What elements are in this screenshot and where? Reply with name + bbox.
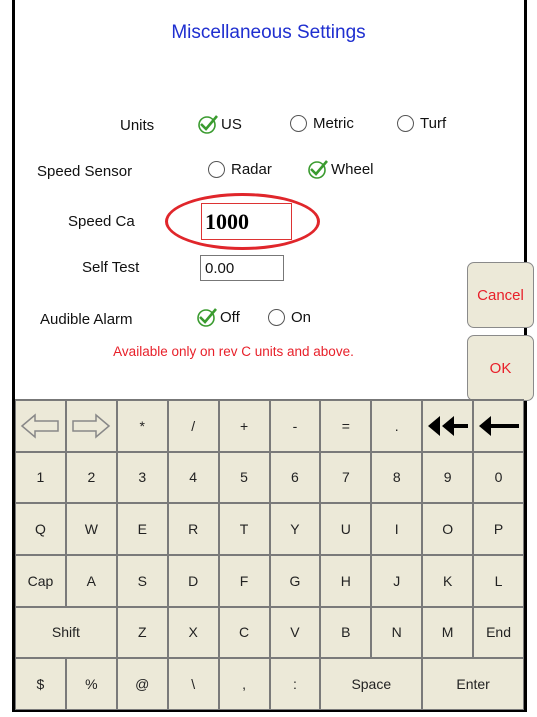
key-end[interactable]: End xyxy=(473,606,524,659)
key-6[interactable]: 6 xyxy=(269,451,321,504)
on-screen-keyboard: * / + - = . 1 2 3 4 5 6 7 8 9 0 Q W E R … xyxy=(15,399,524,710)
key-y[interactable]: Y xyxy=(269,503,321,555)
units-option-turf-label: Turf xyxy=(420,115,447,132)
key-2[interactable]: 2 xyxy=(65,451,117,504)
key-colon[interactable]: : xyxy=(269,658,321,710)
self-test-input[interactable]: 0.00 xyxy=(200,255,284,281)
checkmark-icon xyxy=(196,307,218,327)
cancel-button[interactable]: Cancel xyxy=(467,262,534,328)
radio-circle-icon xyxy=(290,115,307,132)
speed-sensor-option-wheel[interactable]: Wheel xyxy=(307,159,374,179)
arrow-left-outline-icon xyxy=(21,413,60,439)
key-plus[interactable]: + xyxy=(218,400,270,452)
key-minus[interactable]: - xyxy=(269,400,321,452)
key-backslash[interactable]: \ xyxy=(167,658,219,710)
ok-button[interactable]: OK xyxy=(467,335,534,401)
key-l[interactable]: L xyxy=(473,555,524,607)
key-w[interactable]: W xyxy=(65,503,117,555)
key-b[interactable]: B xyxy=(320,606,372,659)
key-4[interactable]: 4 xyxy=(167,451,219,504)
key-h[interactable]: H xyxy=(320,555,372,607)
key-j[interactable]: J xyxy=(371,555,423,607)
key-g[interactable]: G xyxy=(269,555,321,607)
arrow-right-outline-icon xyxy=(72,413,111,439)
key-z[interactable]: Z xyxy=(116,606,168,659)
units-option-metric[interactable]: Metric xyxy=(290,115,354,132)
key-e[interactable]: E xyxy=(116,503,168,555)
key-at[interactable]: @ xyxy=(116,658,168,710)
units-option-metric-label: Metric xyxy=(313,115,354,132)
speed-cal-label: Speed Ca xyxy=(68,213,135,230)
key-v[interactable]: V xyxy=(269,606,321,659)
speed-sensor-option-radar[interactable]: Radar xyxy=(208,161,272,178)
checkmark-icon xyxy=(307,159,329,179)
key-5[interactable]: 5 xyxy=(218,451,270,504)
units-option-turf[interactable]: Turf xyxy=(397,115,446,132)
key-u[interactable]: U xyxy=(320,503,372,555)
key-o[interactable]: O xyxy=(422,503,474,555)
key-q[interactable]: Q xyxy=(15,503,66,555)
key-9[interactable]: 9 xyxy=(422,451,474,504)
key-t[interactable]: T xyxy=(218,503,270,555)
radio-circle-icon xyxy=(268,309,285,326)
arrow-left-icon xyxy=(478,415,519,436)
speed-sensor-option-wheel-label: Wheel xyxy=(331,160,374,178)
key-m[interactable]: M xyxy=(422,606,474,659)
key-percent[interactable]: % xyxy=(65,658,117,710)
key-x[interactable]: X xyxy=(167,606,219,659)
key-caps[interactable]: Cap xyxy=(15,555,66,607)
key-s[interactable]: S xyxy=(116,555,168,607)
key-k[interactable]: K xyxy=(422,555,474,607)
key-clear[interactable] xyxy=(422,400,474,452)
double-arrow-left-icon xyxy=(427,415,468,436)
key-slash[interactable]: / xyxy=(167,400,219,452)
page-title: Miscellaneous Settings xyxy=(171,22,366,43)
key-cursor-left[interactable] xyxy=(15,400,66,452)
audible-alarm-option-on-label: On xyxy=(291,309,312,326)
key-a[interactable]: A xyxy=(65,555,117,607)
key-p[interactable]: P xyxy=(473,503,524,555)
key-comma[interactable]: , xyxy=(218,658,270,710)
key-cursor-right[interactable] xyxy=(65,400,117,452)
audible-alarm-option-off[interactable]: Off xyxy=(196,307,240,327)
speed-sensor-label: Speed Sensor xyxy=(37,163,133,180)
key-asterisk[interactable]: * xyxy=(116,400,168,452)
self-test-label: Self Test xyxy=(82,259,140,276)
key-3[interactable]: 3 xyxy=(116,451,168,504)
units-option-us[interactable]: US xyxy=(197,114,242,134)
key-dollar[interactable]: $ xyxy=(15,658,66,710)
audible-alarm-option-on[interactable]: On xyxy=(268,309,311,326)
key-equals[interactable]: = xyxy=(320,400,372,452)
key-backspace[interactable] xyxy=(473,400,524,452)
key-enter[interactable]: Enter xyxy=(422,658,524,710)
radio-circle-icon xyxy=(208,161,225,178)
key-c[interactable]: C xyxy=(218,606,270,659)
key-r[interactable]: R xyxy=(167,503,219,555)
speed-sensor-option-radar-label: Radar xyxy=(231,161,272,178)
key-i[interactable]: I xyxy=(371,503,423,555)
key-shift[interactable]: Shift xyxy=(15,606,117,659)
units-option-us-label: US xyxy=(221,115,242,133)
radio-circle-icon xyxy=(397,115,414,132)
audible-alarm-label: Audible Alarm xyxy=(40,311,133,328)
key-f[interactable]: F xyxy=(218,555,270,607)
audible-alarm-option-off-label: Off xyxy=(220,308,240,326)
key-period[interactable]: . xyxy=(371,400,423,452)
checkmark-icon xyxy=(197,114,219,134)
key-8[interactable]: 8 xyxy=(371,451,423,504)
key-1[interactable]: 1 xyxy=(15,451,66,504)
key-n[interactable]: N xyxy=(371,606,423,659)
key-d[interactable]: D xyxy=(167,555,219,607)
units-label: Units xyxy=(120,117,155,134)
key-0[interactable]: 0 xyxy=(473,451,524,504)
highlight-circle xyxy=(165,193,320,250)
availability-note: Available only on rev C units and above. xyxy=(113,344,354,359)
key-space[interactable]: Space xyxy=(320,658,423,710)
key-7[interactable]: 7 xyxy=(320,451,372,504)
